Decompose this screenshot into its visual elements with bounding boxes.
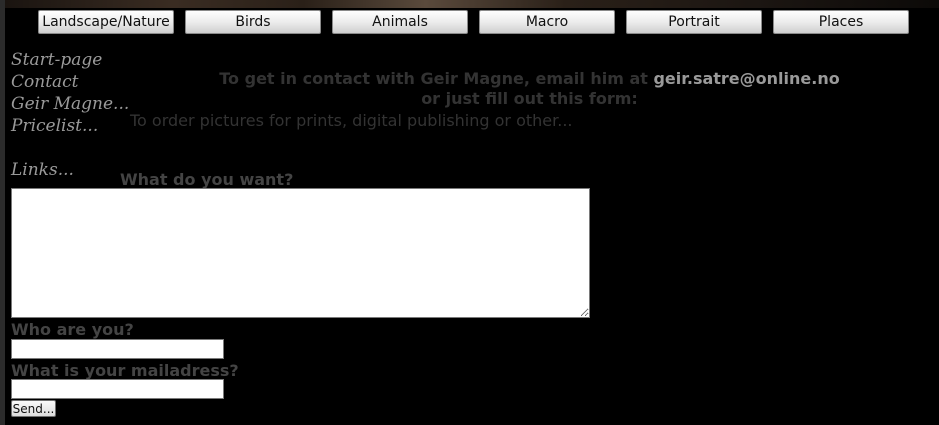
email-address: geir.satre@online.no xyxy=(653,69,840,88)
sidebar-link-contact[interactable]: Contact xyxy=(11,71,79,93)
sidebar-link-pricelist[interactable]: Pricelist... xyxy=(11,115,98,137)
intro-text: To get in contact with Geir Magne, email… xyxy=(219,69,654,88)
order-note: To order pictures for prints, digital pu… xyxy=(130,111,573,130)
sidebar-link-geir-magne[interactable]: Geir Magne... xyxy=(11,93,129,115)
nav-button-portrait[interactable]: Portrait xyxy=(626,10,762,34)
email-input[interactable] xyxy=(11,379,224,399)
nav-button-places[interactable]: Places xyxy=(773,10,909,34)
intro-suffix: or just fill out this form: xyxy=(421,89,638,108)
who-label: Who are you? xyxy=(11,320,134,339)
send-button[interactable]: Send... xyxy=(11,400,56,417)
mail-label: What is your mailadress? xyxy=(11,361,239,380)
nav-button-landscape-nature[interactable]: Landscape/Nature xyxy=(38,10,174,34)
nav-button-birds[interactable]: Birds xyxy=(185,10,321,34)
message-textarea[interactable] xyxy=(11,188,590,318)
nav-button-animals[interactable]: Animals xyxy=(332,10,468,34)
name-input[interactable] xyxy=(11,339,224,359)
want-label: What do you want? xyxy=(120,170,294,189)
left-edge-bar xyxy=(0,0,5,425)
contact-intro: To get in contact with Geir Magne, email… xyxy=(200,69,859,109)
header-photo-strip xyxy=(5,0,939,8)
nav-button-macro[interactable]: Macro xyxy=(479,10,615,34)
sidebar-link-links[interactable]: Links... xyxy=(11,159,74,181)
sidebar-link-start-page[interactable]: Start-page xyxy=(11,49,102,71)
